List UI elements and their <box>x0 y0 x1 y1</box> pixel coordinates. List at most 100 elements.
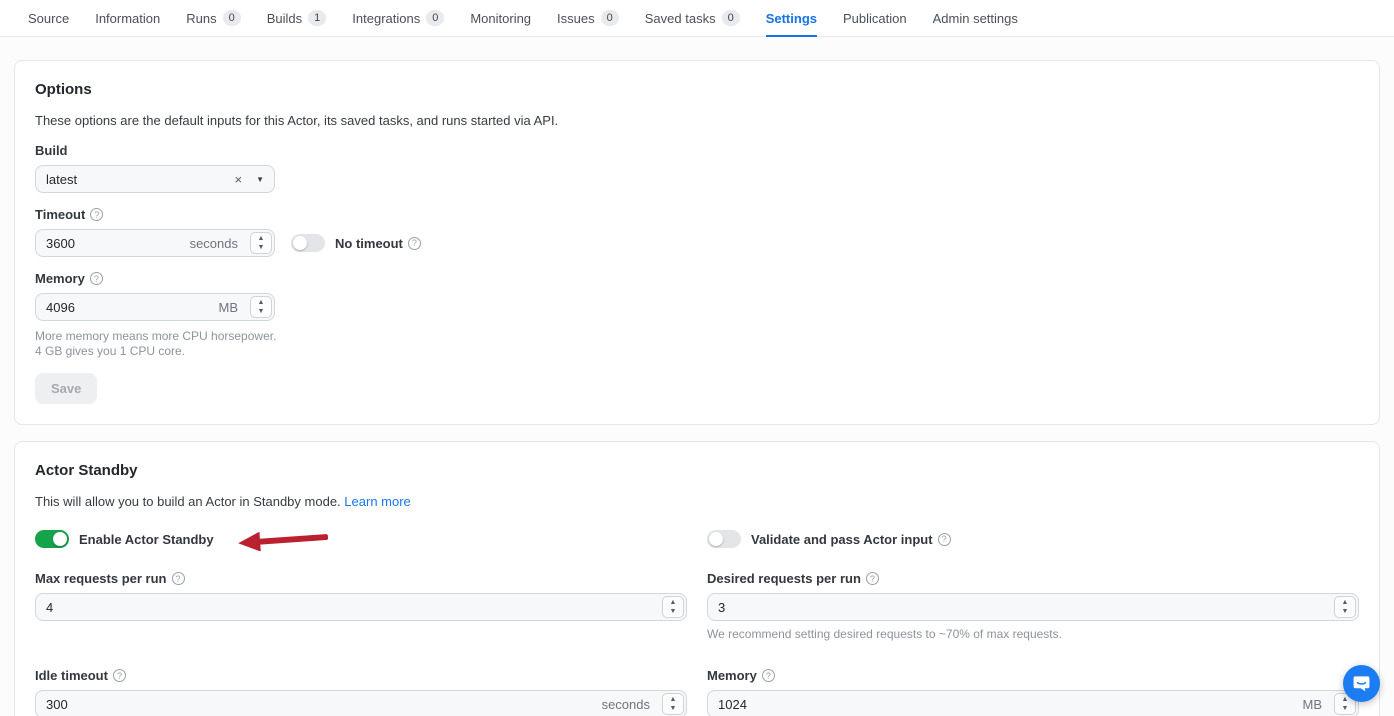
stepper-down-icon[interactable]: ▼ <box>258 307 265 316</box>
memory-unit: MB <box>219 300 239 315</box>
timeout-value: 3600 <box>46 236 190 251</box>
build-select[interactable]: latest × ▼ <box>35 165 275 193</box>
desired-requests-help: We recommend setting desired requests to… <box>707 627 1359 642</box>
tab-label: Saved tasks <box>645 11 716 26</box>
settings-page: Options These options are the default in… <box>0 37 1394 716</box>
desired-requests-input[interactable]: 3 ▲ ▼ <box>707 593 1359 621</box>
memory-help-line2: 4 GB gives you 1 CPU core. <box>35 344 1359 359</box>
max-requests-label: Max requests per run ? <box>35 571 687 586</box>
options-card-title: Options <box>35 81 1359 98</box>
no-timeout-label: No timeout ? <box>335 236 421 251</box>
actor-standby-card: Actor Standby This will allow you to bui… <box>14 441 1380 716</box>
runs-count-badge: 0 <box>223 10 241 26</box>
stepper-up-icon[interactable]: ▲ <box>258 234 265 243</box>
standby-memory-label: Memory ? <box>707 668 1359 683</box>
info-icon[interactable]: ? <box>866 572 879 585</box>
options-card: Options These options are the default in… <box>14 60 1380 425</box>
idle-timeout-value: 300 <box>46 697 602 712</box>
chevron-down-icon[interactable]: ▼ <box>256 175 264 184</box>
tab-label: Runs <box>186 11 216 26</box>
learn-more-link[interactable]: Learn more <box>344 494 410 509</box>
save-button[interactable]: Save <box>35 373 97 404</box>
tab-label: Publication <box>843 11 907 26</box>
standby-memory-input[interactable]: 1024 MB ▲ ▼ <box>707 690 1359 716</box>
info-icon[interactable]: ? <box>762 669 775 682</box>
chat-widget-button[interactable] <box>1343 665 1380 702</box>
info-icon[interactable]: ? <box>172 572 185 585</box>
stepper-down-icon[interactable]: ▼ <box>670 704 677 713</box>
max-requests-field: Max requests per run ? 4 ▲ ▼ <box>35 571 687 642</box>
tab-admin-settings[interactable]: Admin settings <box>933 0 1018 36</box>
tab-saved-tasks[interactable]: Saved tasks 0 <box>645 0 740 36</box>
standby-memory-field: Memory ? 1024 MB ▲ ▼ More memory means m… <box>707 668 1359 716</box>
toggle-knob <box>293 236 307 250</box>
red-annotation-arrow-icon <box>238 527 330 551</box>
toggle-knob <box>53 532 67 546</box>
idle-timeout-field: Idle timeout ? 300 seconds ▲ ▼ <box>35 668 687 716</box>
tab-label: Settings <box>766 11 817 26</box>
toggle-knob <box>709 532 723 546</box>
info-icon[interactable]: ? <box>90 208 103 221</box>
memory-input[interactable]: 4096 MB ▲ ▼ <box>35 293 275 321</box>
timeout-input[interactable]: 3600 seconds ▲ ▼ <box>35 229 275 257</box>
issues-count-badge: 0 <box>601 10 619 26</box>
timeout-unit: seconds <box>190 236 238 251</box>
stepper-down-icon[interactable]: ▼ <box>1342 704 1349 713</box>
tab-runs[interactable]: Runs 0 <box>186 0 240 36</box>
tab-label: Information <box>95 11 160 26</box>
tab-information[interactable]: Information <box>95 0 160 36</box>
standby-card-description: This will allow you to build an Actor in… <box>35 494 1359 509</box>
idle-timeout-input[interactable]: 300 seconds ▲ ▼ <box>35 690 687 716</box>
memory-help-line1: More memory means more CPU horsepower. <box>35 329 1359 344</box>
max-requests-stepper[interactable]: ▲ ▼ <box>662 596 684 618</box>
timeout-stepper[interactable]: ▲ ▼ <box>250 232 272 254</box>
info-icon[interactable]: ? <box>113 669 126 682</box>
chat-bubble-icon <box>1352 674 1371 693</box>
max-requests-input[interactable]: 4 ▲ ▼ <box>35 593 687 621</box>
clear-icon[interactable]: × <box>234 172 242 187</box>
tab-integrations[interactable]: Integrations 0 <box>352 0 444 36</box>
tab-settings[interactable]: Settings <box>766 0 817 36</box>
stepper-up-icon[interactable]: ▲ <box>258 298 265 307</box>
desired-requests-label: Desired requests per run ? <box>707 571 1359 586</box>
stepper-down-icon[interactable]: ▼ <box>1342 607 1349 616</box>
tab-source[interactable]: Source <box>28 0 69 36</box>
standby-memory-value: 1024 <box>718 697 1303 712</box>
build-label: Build <box>35 143 1359 158</box>
tab-monitoring[interactable]: Monitoring <box>470 0 531 36</box>
tab-label: Issues <box>557 11 595 26</box>
idle-timeout-label: Idle timeout ? <box>35 668 687 683</box>
info-icon[interactable]: ? <box>408 237 421 250</box>
desired-requests-value: 3 <box>718 600 1328 615</box>
tab-label: Builds <box>267 11 302 26</box>
tab-label: Integrations <box>352 11 420 26</box>
idle-timeout-stepper[interactable]: ▲ ▼ <box>662 693 684 715</box>
integrations-count-badge: 0 <box>426 10 444 26</box>
no-timeout-toggle[interactable] <box>291 234 325 252</box>
memory-stepper[interactable]: ▲ ▼ <box>250 296 272 318</box>
info-icon[interactable]: ? <box>90 272 103 285</box>
tab-builds[interactable]: Builds 1 <box>267 0 327 36</box>
enable-actor-standby-toggle[interactable] <box>35 530 69 548</box>
stepper-up-icon[interactable]: ▲ <box>670 598 677 607</box>
tab-label: Monitoring <box>470 11 531 26</box>
stepper-down-icon[interactable]: ▼ <box>258 243 265 252</box>
tab-label: Source <box>28 11 69 26</box>
standby-memory-unit: MB <box>1303 697 1323 712</box>
tab-issues[interactable]: Issues 0 <box>557 0 619 36</box>
saved-tasks-count-badge: 0 <box>722 10 740 26</box>
idle-timeout-unit: seconds <box>602 697 650 712</box>
stepper-up-icon[interactable]: ▲ <box>670 695 677 704</box>
build-select-value: latest <box>46 172 234 187</box>
info-icon[interactable]: ? <box>938 533 951 546</box>
stepper-down-icon[interactable]: ▼ <box>670 607 677 616</box>
desired-requests-stepper[interactable]: ▲ ▼ <box>1334 596 1356 618</box>
stepper-up-icon[interactable]: ▲ <box>1342 598 1349 607</box>
tab-label: Admin settings <box>933 11 1018 26</box>
desired-requests-field: Desired requests per run ? 3 ▲ ▼ We reco… <box>707 571 1359 642</box>
tab-publication[interactable]: Publication <box>843 0 907 36</box>
builds-count-badge: 1 <box>308 10 326 26</box>
max-requests-value: 4 <box>46 600 656 615</box>
memory-label: Memory ? <box>35 271 1359 286</box>
validate-actor-input-toggle[interactable] <box>707 530 741 548</box>
